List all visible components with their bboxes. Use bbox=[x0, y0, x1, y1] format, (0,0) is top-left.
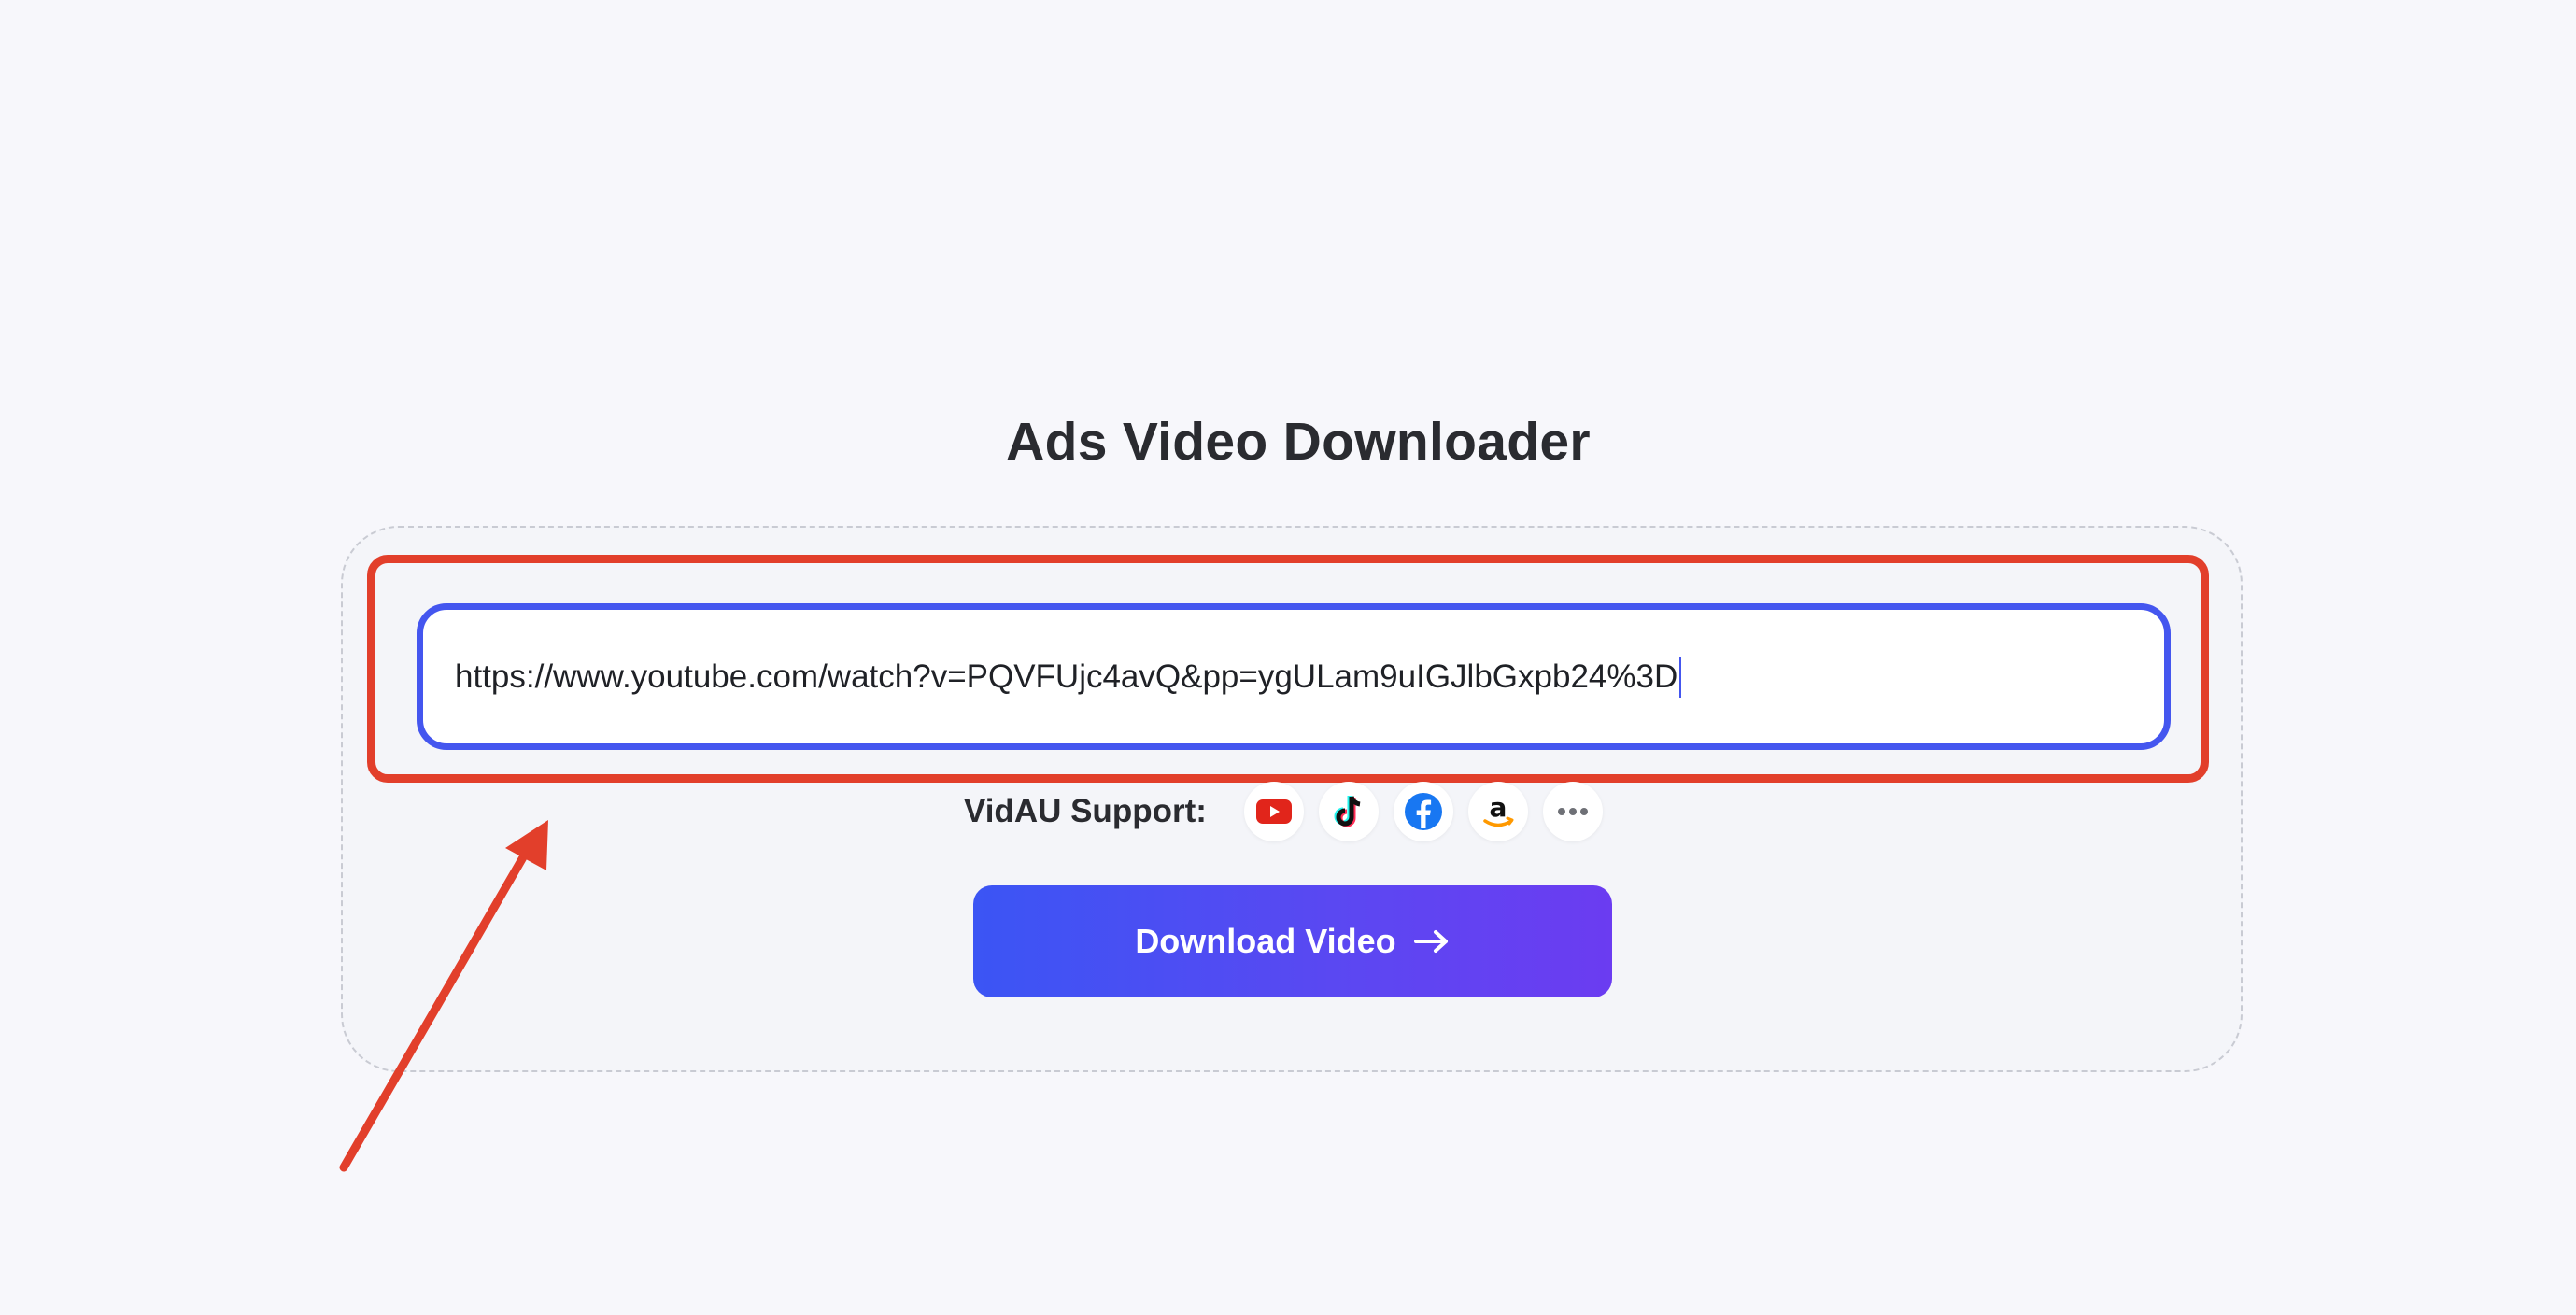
download-video-label: Download Video bbox=[1135, 922, 1396, 960]
more-icon[interactable] bbox=[1542, 782, 1603, 841]
youtube-icon[interactable] bbox=[1243, 782, 1304, 841]
highlight-annotation-box bbox=[367, 555, 2209, 783]
download-video-button[interactable]: Download Video bbox=[973, 885, 1612, 997]
facebook-icon[interactable] bbox=[1393, 782, 1453, 841]
tiktok-icon[interactable] bbox=[1318, 782, 1379, 841]
amazon-icon[interactable]: a bbox=[1467, 782, 1528, 841]
arrow-right-icon bbox=[1413, 930, 1448, 953]
svg-text:a: a bbox=[1489, 792, 1507, 823]
page-title: Ads Video Downloader bbox=[1006, 412, 1591, 473]
support-row: VidAU Support: a bbox=[964, 781, 1618, 842]
support-label: VidAU Support: bbox=[964, 793, 1207, 829]
